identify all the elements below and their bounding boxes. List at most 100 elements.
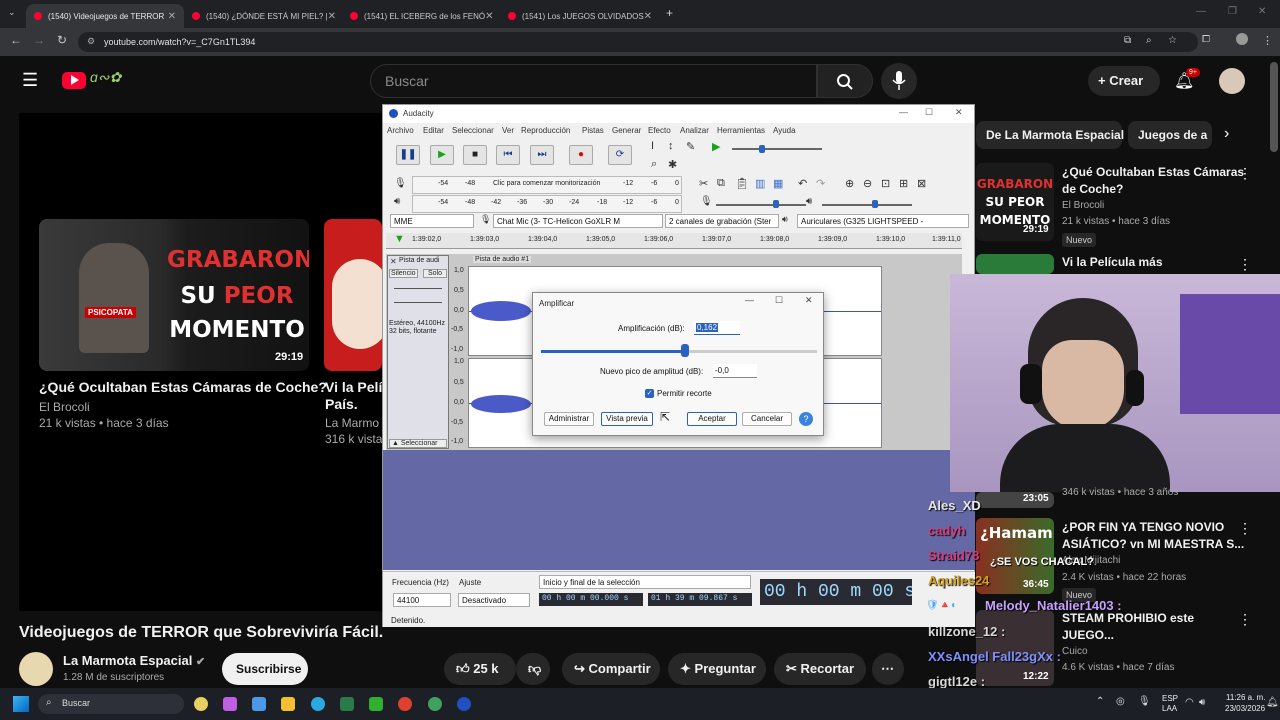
more-actions-button[interactable]: ⋯ (872, 653, 904, 685)
snap-select[interactable]: Desactivado (458, 593, 530, 607)
close-tab-icon[interactable]: ✕ (168, 11, 176, 22)
trim-icon[interactable]: ▥ (755, 177, 765, 190)
audacity-maximize-icon[interactable]: ☐ (925, 107, 933, 118)
record-volume-thumb[interactable] (773, 200, 779, 208)
like-button[interactable]: 👍︎ 25 k (444, 653, 516, 685)
skip-end-button[interactable]: ⏭ (530, 145, 554, 165)
taskbar-audacity-icon[interactable] (457, 697, 471, 711)
extensions-icon[interactable]: ⧠ (1202, 34, 1210, 45)
sidebar-title-2[interactable]: Vi la Película más (1062, 254, 1163, 270)
dialog-minimize-icon[interactable]: — (745, 295, 754, 305)
sidebar-thumb-3[interactable]: 23:05 (976, 492, 1054, 508)
mute-button[interactable]: Silencio (389, 269, 418, 278)
restore-window-icon[interactable]: ❐ (1228, 6, 1237, 17)
fit-project-icon[interactable]: ⊞ (899, 177, 908, 190)
page-scrollbar[interactable] (1270, 62, 1278, 152)
channel-logo-icon[interactable]: ɑ∾✿ (90, 69, 121, 86)
menu-ver[interactable]: Ver (502, 126, 514, 135)
play-button[interactable]: ▶ (430, 145, 454, 165)
taskbar-edge-icon[interactable] (311, 697, 325, 711)
tab-videojuegos[interactable]: (1540) Videojuegos de TERROR ✕ (26, 4, 184, 28)
taskbar-store-icon[interactable] (252, 697, 266, 711)
audio-host-select[interactable]: MME (390, 214, 474, 228)
playback-volume-slider[interactable] (822, 204, 912, 206)
peak-input[interactable]: -0,0 (713, 364, 757, 378)
tray-language[interactable]: ESP (1162, 694, 1178, 703)
timeline-ruler[interactable]: ▼ 1:39:02,0 1:39:03,0 1:39:04,0 1:39:05,… (386, 233, 962, 249)
taskbar-copilot-icon[interactable] (223, 697, 237, 711)
channel-name[interactable]: La Marmota Espacial ✔ (63, 653, 205, 668)
menu-pistas[interactable]: Pistas (582, 126, 604, 135)
zoom-icon[interactable]: ⌕ (1146, 35, 1152, 46)
multi-tool-icon[interactable]: ✱ (668, 158, 677, 171)
fit-selection-icon[interactable]: ⊡ (881, 177, 890, 190)
solo-button[interactable]: Solo (423, 269, 448, 278)
loop-button[interactable]: ⟳ (608, 145, 632, 165)
share-button[interactable]: ↪ Compartir (562, 653, 660, 685)
reload-icon[interactable]: ↻ (57, 33, 67, 47)
more-options-icon[interactable]: ⋮ (1238, 520, 1252, 537)
record-volume-slider[interactable] (716, 204, 806, 206)
ask-button[interactable]: ✦ Preguntar (668, 653, 766, 685)
search-button[interactable] (817, 64, 873, 98)
draw-tool-icon[interactable]: ✎ (686, 140, 695, 153)
dislike-button[interactable]: 👎︎ (516, 653, 550, 685)
endscreen-channel-1[interactable]: El Brocoli (39, 400, 90, 414)
zoom-toggle-icon[interactable]: ⊠ (917, 177, 926, 190)
zoom-tool-icon[interactable]: ⌕ (651, 158, 657, 171)
play-at-speed-icon[interactable]: ▶ (712, 140, 720, 153)
zoom-in-icon[interactable]: ⊕ (845, 177, 854, 190)
url-field[interactable]: ⚙ youtube.com/watch?v=_C7Gn1TL394 ⧉ ⌕ ☆ (78, 32, 1198, 52)
chips-next-icon[interactable]: › (1224, 125, 1229, 143)
track-name-menu[interactable]: Pista de audi (399, 257, 439, 264)
sidebar-title-1[interactable]: ¿Qué Ocultaban Estas Cámaras (1062, 164, 1244, 180)
tray-overflow-icon[interactable]: ⌃ (1096, 696, 1104, 707)
playback-volume-thumb[interactable] (872, 200, 878, 208)
help-icon[interactable]: ? (799, 412, 813, 426)
taskbar-search[interactable]: ⌕ Buscar (38, 694, 184, 714)
endscreen-thumbnail-2[interactable] (324, 219, 382, 371)
record-meter-icon[interactable]: 🎙︎ (394, 178, 407, 189)
tab-juegos-olvidados[interactable]: (1541) Los JUEGOS OLVIDADOS ✕ (500, 4, 658, 28)
cast-icon[interactable]: ⧉ (1124, 35, 1131, 46)
more-options-icon[interactable]: ⋮ (1238, 256, 1252, 273)
close-window-icon[interactable]: ✕ (1258, 6, 1266, 17)
selection-start-field[interactable]: 00 h 00 m 00.000 s (539, 593, 643, 606)
channel-avatar[interactable] (19, 652, 53, 686)
stop-button[interactable]: ■ (463, 145, 487, 165)
undo-icon[interactable]: ↶ (798, 177, 807, 190)
zoom-out-icon[interactable]: ⊖ (863, 177, 872, 190)
browser-menu-icon[interactable]: ⋮ (1262, 34, 1273, 47)
taskbar-app-icon[interactable] (194, 697, 208, 711)
close-tab-icon[interactable]: ✕ (644, 11, 652, 22)
output-device-select[interactable]: Auriculares (G325 LIGHTSPEED - (797, 214, 969, 228)
clip-button[interactable]: ✂ Recortar (774, 653, 866, 685)
skip-start-button[interactable]: ⏮ (496, 145, 520, 165)
tray-clock[interactable]: 11:26 a. m. (1226, 693, 1265, 702)
clip-title[interactable]: Pista de audio #1 (473, 256, 532, 263)
dialog-close-icon[interactable]: ✕ (805, 295, 813, 306)
subscribe-button[interactable]: Suscribirse (222, 653, 308, 685)
menu-seleccionar[interactable]: Seleccionar (452, 126, 494, 135)
sidebar-channel-1[interactable]: El Brocoli (1062, 200, 1104, 211)
silence-icon[interactable]: ▦ (773, 177, 783, 190)
profile-icon[interactable] (1236, 33, 1248, 45)
endscreen-title-2b[interactable]: País. (325, 396, 358, 412)
pause-button[interactable]: ❚❚ (396, 145, 420, 165)
more-options-icon[interactable]: ⋮ (1238, 165, 1252, 182)
record-button[interactable]: ● (569, 145, 593, 165)
playback-meter-icon[interactable]: 🔊︎ (394, 196, 400, 207)
menu-generar[interactable]: Generar (612, 126, 641, 135)
tab-search-icon[interactable]: ⌄ (8, 7, 16, 18)
tray-volume-icon[interactable]: 🔊︎ (1199, 697, 1205, 708)
sidebar-channel-5[interactable]: Cuico (1062, 646, 1088, 657)
bookmark-star-icon[interactable]: ☆ (1168, 35, 1177, 46)
tray-notifications-icon[interactable]: 🔔︎ (1266, 697, 1279, 708)
cut-icon[interactable]: ✂ (699, 177, 708, 190)
hamburger-menu-icon[interactable]: ☰ (22, 70, 38, 91)
windows-start-icon[interactable] (13, 696, 29, 712)
tray-app-icon[interactable]: ◎ (1116, 696, 1125, 707)
project-rate-select[interactable]: 44100 (393, 593, 451, 607)
tab-donde-esta[interactable]: (1540) ¿DÓNDE ESTÁ MI PIEL? | ✕ (184, 4, 342, 28)
taskbar-app-icon[interactable] (428, 697, 442, 711)
